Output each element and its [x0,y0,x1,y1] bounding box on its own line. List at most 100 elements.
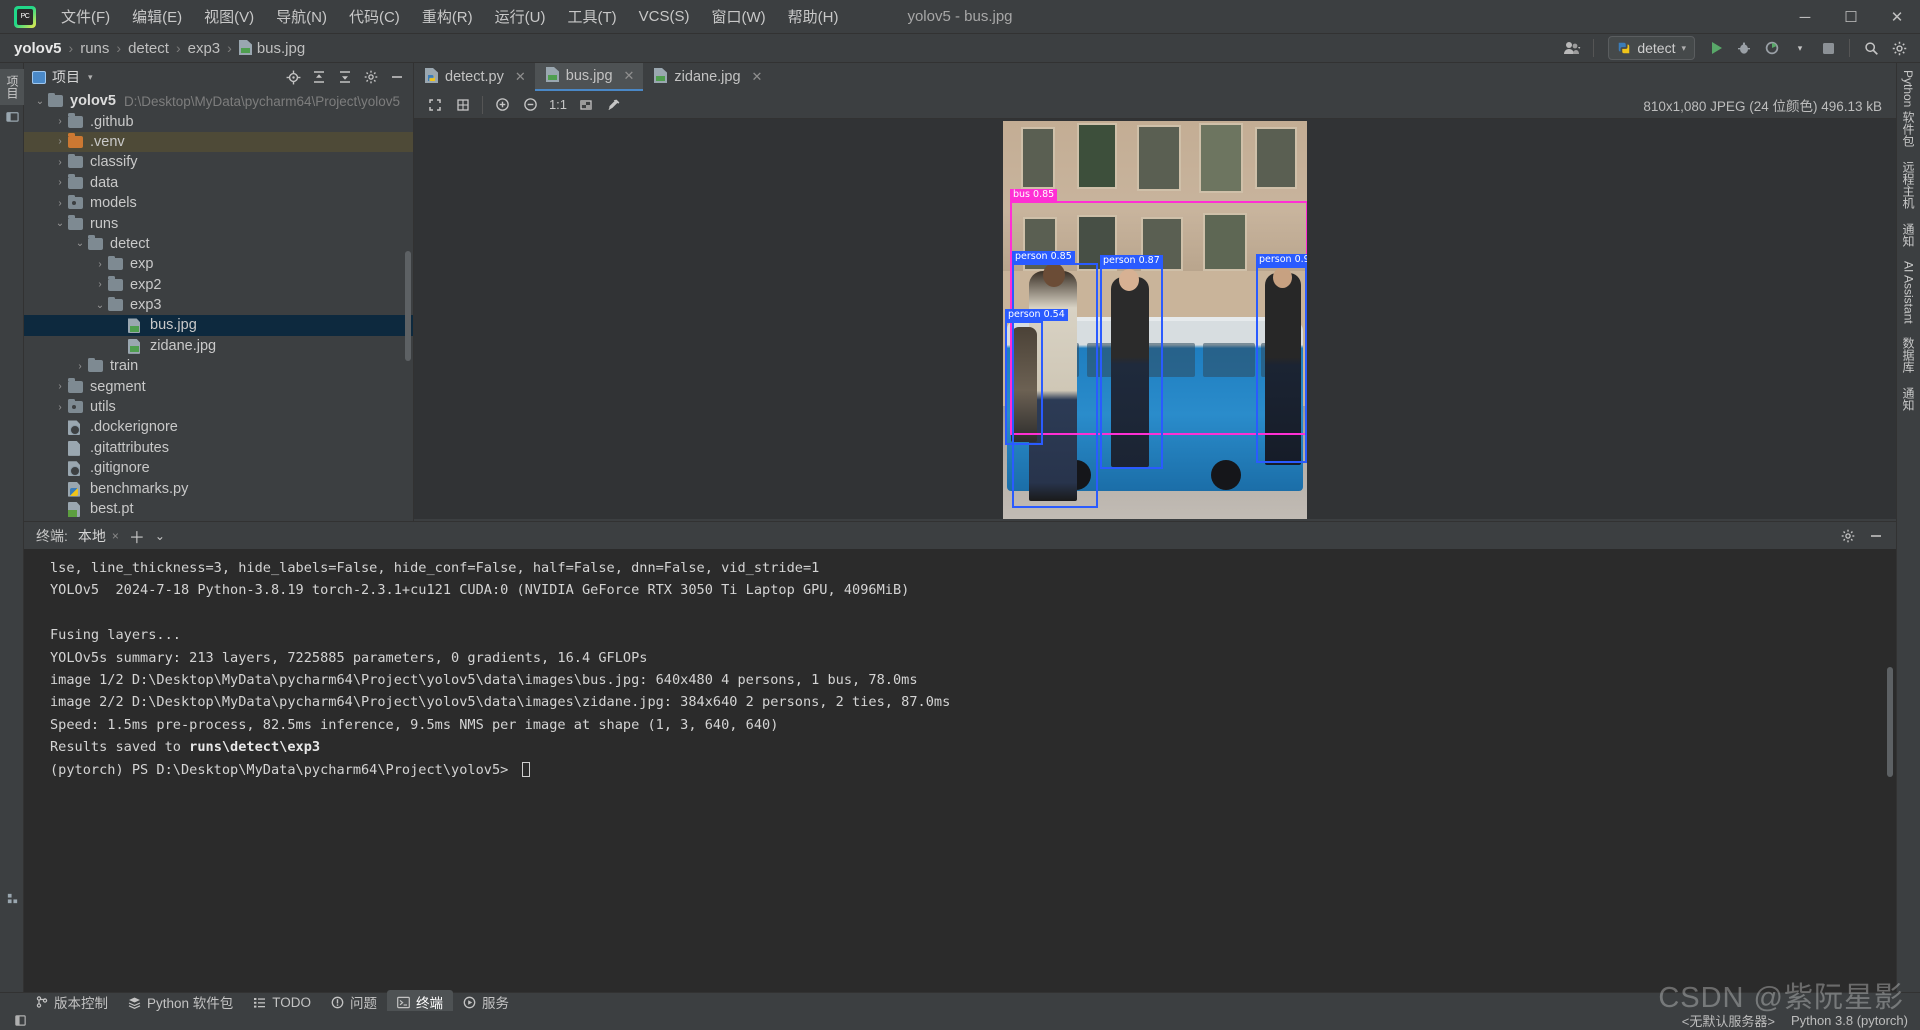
settings-icon[interactable] [1836,525,1860,547]
close-button[interactable]: ✕ [1874,0,1920,34]
terminal-scrollbar[interactable] [1887,667,1893,777]
tree-item-zidane.jpg[interactable]: · zidane.jpg [24,336,413,356]
bookmarks-icon[interactable] [0,105,24,127]
account-icon[interactable] [1559,36,1585,60]
menu-item-10[interactable]: 帮助(H) [777,2,850,31]
terminal-prompt[interactable]: (pytorch) PS D:\Desktop\MyData\pycharm64… [50,759,1896,781]
tree-item-yolov5[interactable]: ⌄ yolov5 D:\Desktop\MyData\pycharm64\Proje… [24,91,413,111]
chevron-right-icon[interactable]: › [52,381,68,392]
zoom-out-icon[interactable] [517,94,543,116]
breadcrumb-item-exp3[interactable]: exp3 [186,40,223,57]
chevron-down-icon[interactable]: ⌄ [32,96,48,107]
right-tool-strip[interactable]: Python 软件包 远程主机 通知 AI Assistant 数据库 通知 [1896,63,1920,992]
right-strip-tab-2[interactable]: 通知 [1897,216,1920,254]
menu-item-8[interactable]: VCS(S) [628,4,701,29]
project-tree-scrollbar[interactable] [405,251,411,361]
color-picker-icon[interactable] [601,94,627,116]
project-tree[interactable]: ⌄ yolov5 D:\Desktop\MyData\pycharm64\Proje… [24,91,413,517]
menu-bar[interactable]: 文件(F) 编辑(E) 视图(V) 导航(N) 代码(C) 重构(R) 运行(U) 工具(T)… [50,2,849,31]
chevron-down-icon[interactable]: ⌄ [72,238,88,249]
tree-item-exp2[interactable]: › exp2 [24,275,413,295]
fit-to-window-icon[interactable] [422,94,448,116]
layout-icon[interactable] [8,1010,32,1030]
tree-item-.dockerignore[interactable]: · .dockerignore [24,417,413,437]
collapse-all-icon[interactable] [333,66,357,88]
menu-item-1[interactable]: 编辑(E) [121,2,193,31]
chevron-right-icon[interactable]: › [52,177,68,188]
tree-item-models[interactable]: › models [24,193,413,213]
minimize-button[interactable]: ─ [1782,0,1828,34]
transparency-icon[interactable] [573,94,599,116]
breadcrumb-item-bus.jpg[interactable]: bus.jpg [237,39,307,57]
tree-item-.github[interactable]: › .github [24,111,413,131]
chevron-right-icon[interactable]: › [92,259,108,270]
actual-size-button[interactable]: 1:1 [545,94,571,116]
image-canvas[interactable]: bus 0.85 person 0.85 person 0.87 person 0.9… [414,119,1896,519]
menu-item-5[interactable]: 重构(R) [411,2,484,31]
tree-item-runs[interactable]: ⌄ runs [24,213,413,233]
tool-window-button-TODO[interactable]: TODO [243,993,321,1012]
debug-button[interactable] [1731,36,1757,60]
chevron-down-icon[interactable]: ⌄ [155,529,165,543]
breadcrumb-item-detect[interactable]: detect [126,40,171,57]
tree-item-classify[interactable]: › classify [24,152,413,172]
left-tool-strip[interactable]: 项目 [0,63,24,992]
chevron-down-icon[interactable]: ▾ [88,72,93,83]
editor-tab-zidane.jpg[interactable]: zidane.jpg ✕ [643,63,771,91]
menu-item-9[interactable]: 窗口(W) [700,2,776,31]
zoom-in-icon[interactable] [489,94,515,116]
settings-icon[interactable] [359,66,383,88]
stop-button[interactable] [1815,36,1841,60]
menu-item-3[interactable]: 导航(N) [265,2,338,31]
expand-all-icon[interactable] [307,66,331,88]
chevron-right-icon[interactable]: · [52,463,68,474]
close-icon[interactable]: ✕ [624,68,635,84]
chevron-right-icon[interactable]: · [52,422,68,433]
tree-item-train[interactable]: › train [24,356,413,376]
tool-window-bar[interactable]: 版本控制 Python 软件包 TODO 问题 终端 服务 [0,990,1920,1014]
search-icon[interactable] [1858,36,1884,60]
chevron-right-icon[interactable]: › [92,279,108,290]
chevron-down-icon[interactable]: ⌄ [92,300,108,311]
menu-item-7[interactable]: 工具(T) [556,2,627,31]
breadcrumb-item-yolov5[interactable]: yolov5 [12,40,64,57]
tree-item-utils[interactable]: › utils [24,397,413,417]
chevron-right-icon[interactable]: › [52,157,68,168]
locate-icon[interactable] [281,66,305,88]
breadcrumb[interactable]: yolov5 › runs › detect › exp3 › bus.jpg [12,39,307,57]
chevron-right-icon[interactable]: · [112,320,128,331]
status-server[interactable]: <无默认服务器> [1682,1011,1775,1030]
editor-tab-bar[interactable]: detect.py ✕ bus.jpg ✕ zidane.jpg ✕ [414,63,1896,91]
editor-tab-detect.py[interactable]: detect.py ✕ [414,63,535,91]
terminal-output[interactable]: lse, line_thickness=3, hide_labels=False… [24,549,1896,992]
close-icon[interactable]: ✕ [515,69,526,85]
tree-item-best.pt[interactable]: · best.pt [24,499,413,517]
tree-item-detect[interactable]: ⌄ detect [24,234,413,254]
tree-item-segment[interactable]: › segment [24,376,413,396]
chevron-right-icon[interactable]: › [72,361,88,372]
menu-item-4[interactable]: 代码(C) [338,2,411,31]
right-strip-tab-4[interactable]: 数据库 [1897,330,1920,380]
image-viewer-toolbar[interactable]: 1:1 810x1,080 JPEG (24 位颜色) 496.13 kB [414,91,1896,119]
chevron-right-icon[interactable]: · [52,483,68,494]
chevron-right-icon[interactable]: · [112,340,128,351]
status-interpreter[interactable]: Python 3.8 (pytorch) [1791,1013,1908,1028]
chevron-down-icon[interactable]: ▾ [1681,43,1686,54]
close-icon[interactable]: × [112,529,119,543]
tree-item-.venv[interactable]: › .venv [24,131,413,153]
terminal-tab-local[interactable]: 本地 × [78,526,119,546]
right-strip-tab-0[interactable]: Python 软件包 [1897,63,1920,154]
chevron-down-icon[interactable]: ⌄ [52,218,68,229]
hide-panel-icon[interactable] [385,66,409,88]
right-strip-tab-1[interactable]: 远程主机 [1897,154,1920,216]
settings-icon[interactable] [1886,36,1912,60]
hide-panel-icon[interactable] [1864,525,1888,547]
run-configuration-selector[interactable]: detect ▾ [1608,36,1695,60]
right-strip-tab-5[interactable]: 通知 [1897,380,1920,418]
close-icon[interactable]: ✕ [752,69,763,85]
editor-tab-bus.jpg[interactable]: bus.jpg ✕ [534,63,644,91]
navbar-actions[interactable]: detect ▾ ▾ [1559,36,1920,60]
breadcrumb-item-runs[interactable]: runs [78,40,111,57]
sidebar-item-project[interactable]: 项目 [0,69,24,105]
chevron-right-icon[interactable]: › [52,136,68,147]
